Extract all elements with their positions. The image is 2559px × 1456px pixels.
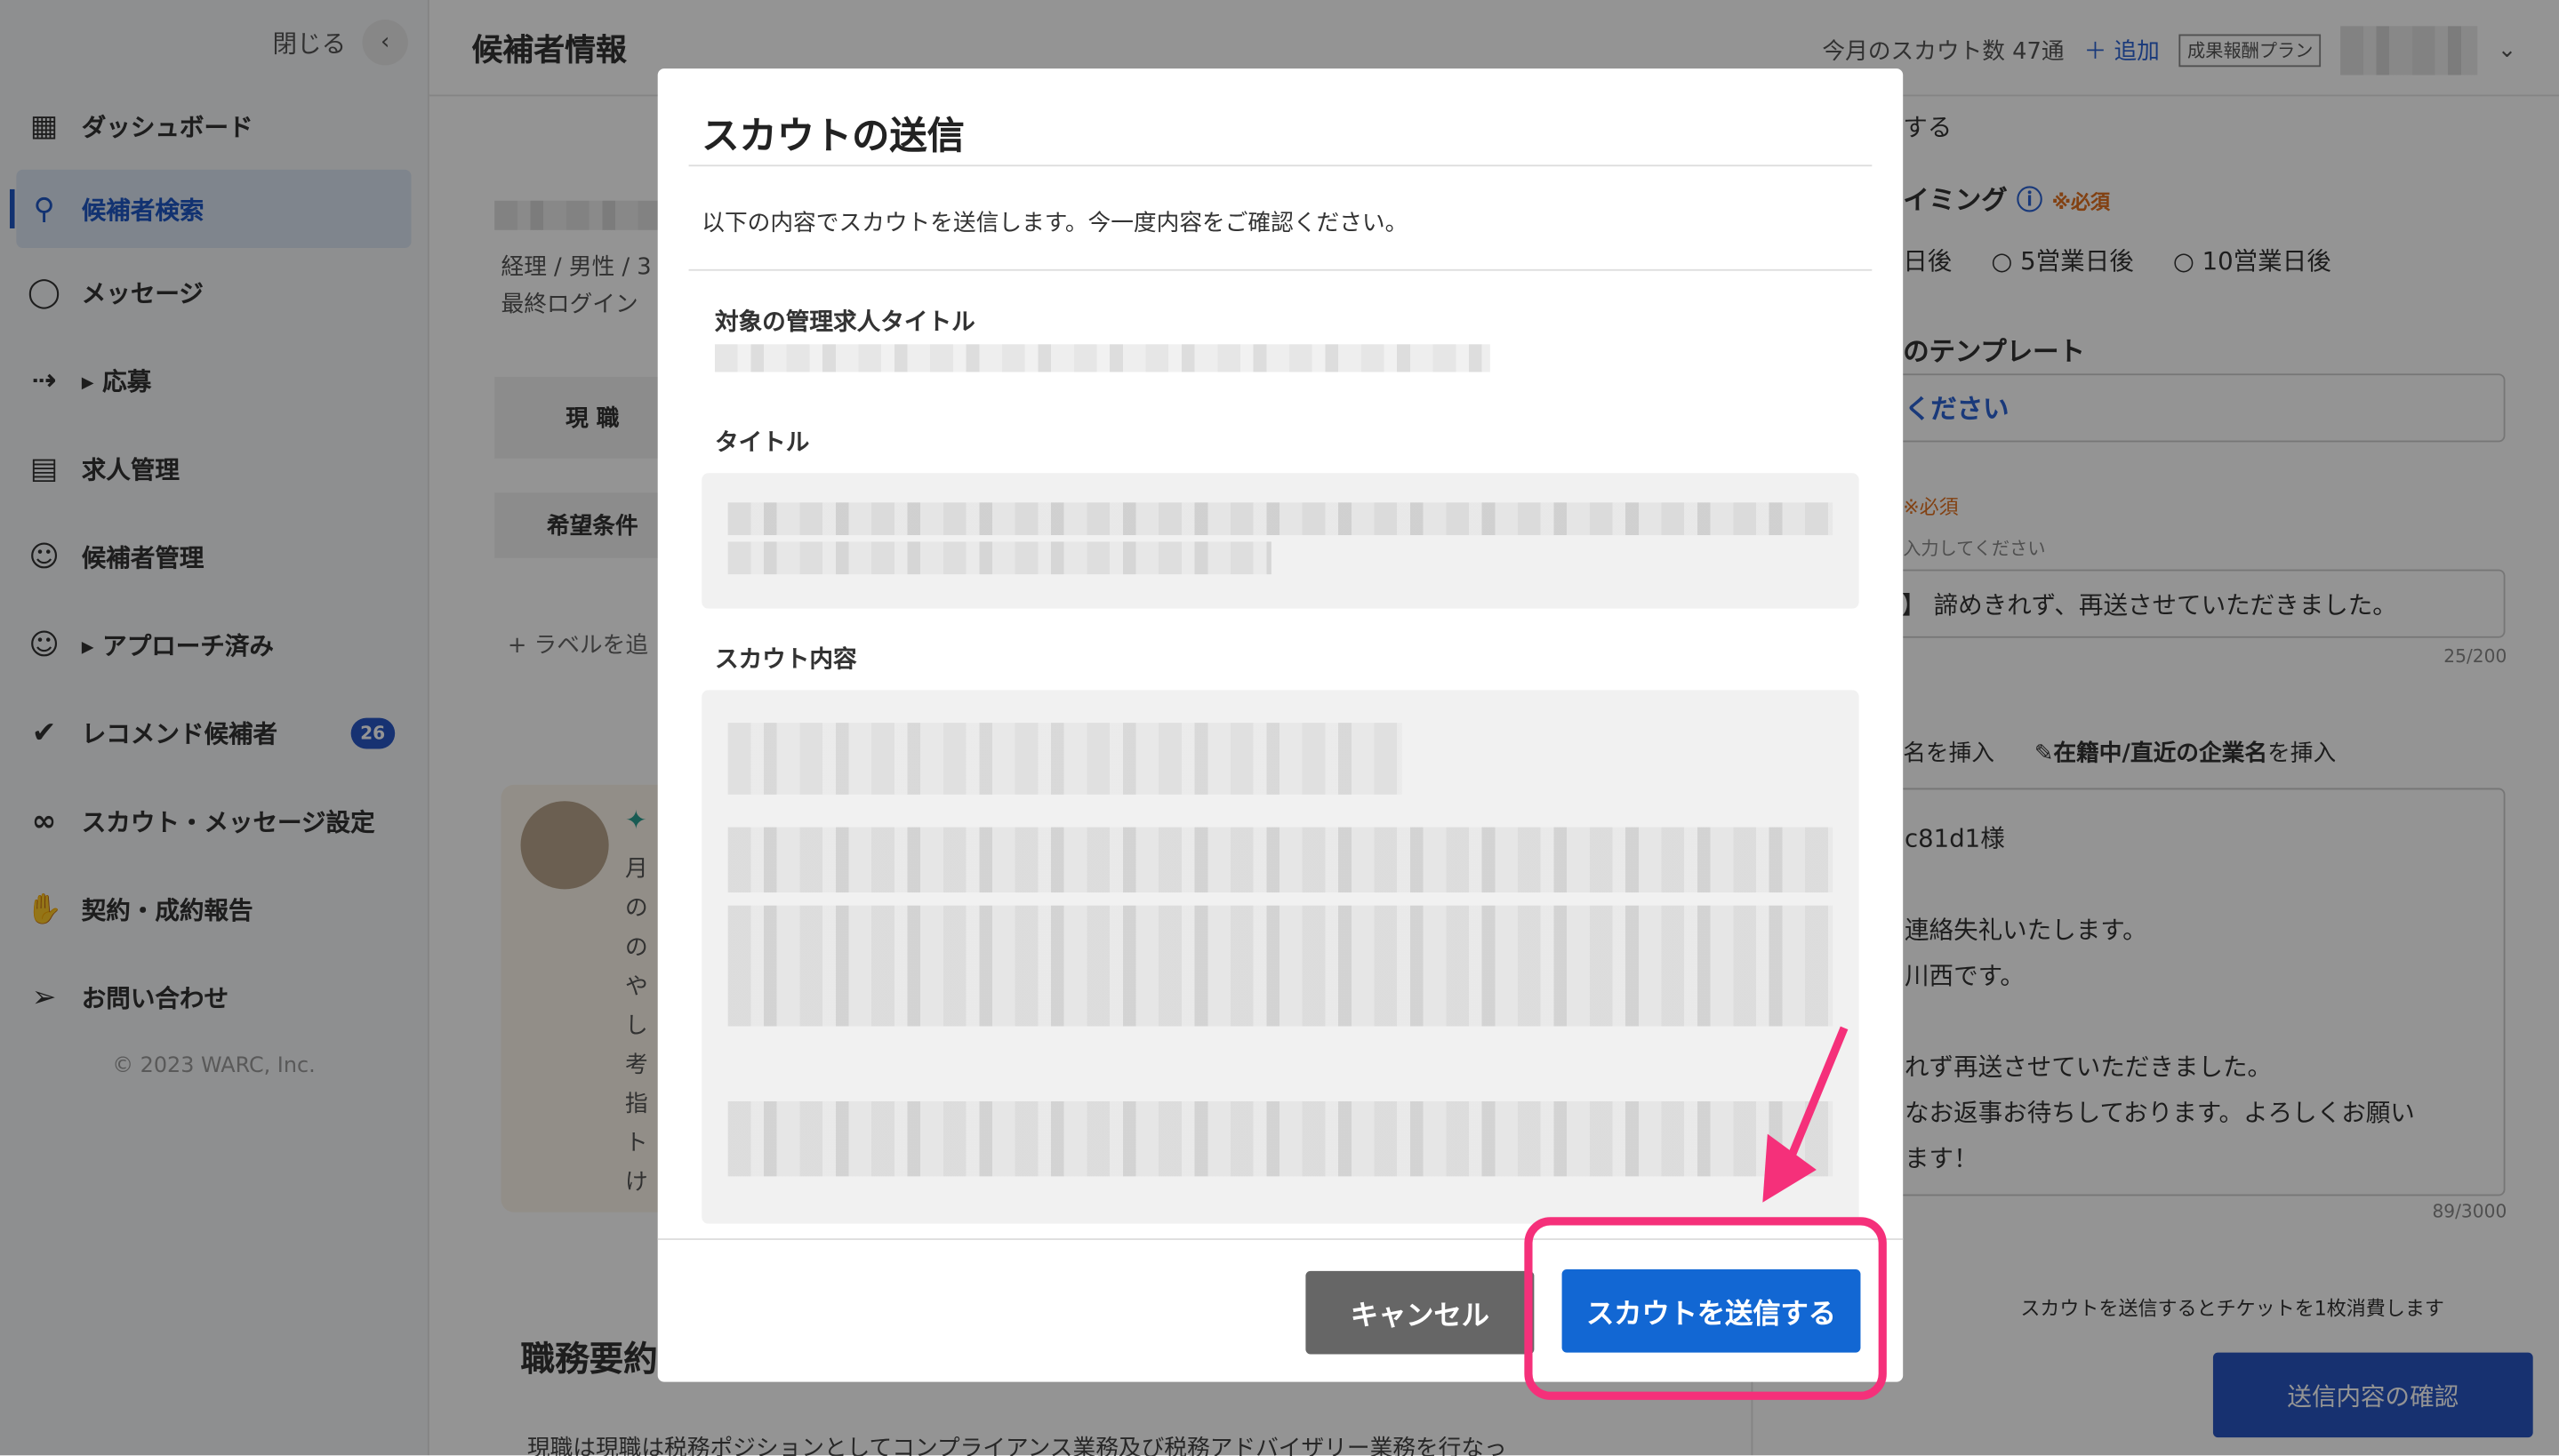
title-label: タイトル	[714, 430, 810, 457]
scout-send-modal: スカウトの送信 以下の内容でスカウトを送信します。今一度内容をご確認ください。 …	[657, 68, 1904, 1382]
title-value-blurred	[702, 473, 1859, 609]
highlight-annotation	[1524, 1217, 1887, 1400]
cancel-button[interactable]: キャンセル	[1305, 1270, 1535, 1355]
content-label: スカウト内容	[714, 647, 857, 675]
content-value-blurred	[702, 690, 1859, 1224]
app: 閉じる ‹ ▦ ダッシュボード ⚲ 候補者検索 ◯ メッセージ ⇢ ▸ 応募 ▤ 求人管理 ☺ 候補者…	[0, 0, 2559, 1456]
job-title-label: 対象の管理求人タイトル	[714, 309, 975, 337]
arrow-annotation-icon	[1762, 1026, 1849, 1203]
modal-title: スカウトの送信	[702, 116, 965, 159]
modal-description: 以下の内容でスカウトを送信します。今一度内容をご確認ください。	[702, 210, 1408, 237]
job-title-blurred	[714, 344, 1490, 372]
